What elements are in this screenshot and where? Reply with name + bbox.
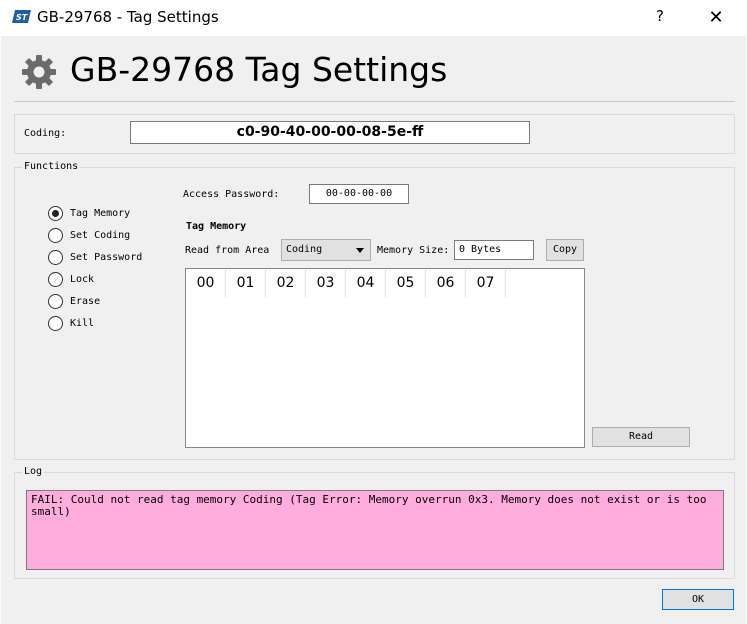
radio-erase[interactable]: Erase (48, 292, 100, 310)
radio-lock[interactable]: Lock (48, 270, 94, 288)
radio-set-coding[interactable]: Set Coding (48, 226, 130, 244)
read-from-area-label: Read from Area (185, 245, 270, 256)
radio-label: Erase (70, 295, 101, 307)
hex-header-row: 00 01 02 03 04 05 06 07 (186, 269, 584, 298)
radio-indicator[interactable] (48, 293, 63, 309)
st-logo-icon: ST (12, 10, 31, 23)
chevron-down-icon (356, 248, 364, 253)
hex-column-header: 07 (466, 269, 506, 298)
functions-group-title: Functions (22, 161, 81, 172)
radio-indicator[interactable] (48, 249, 63, 265)
hex-column-header: 00 (186, 269, 226, 298)
radio-label: Set Password (70, 251, 143, 263)
svg-text:ST: ST (16, 13, 28, 22)
coding-label: Coding: (24, 128, 67, 139)
radio-label: Lock (70, 273, 95, 285)
radio-indicator[interactable] (48, 227, 63, 243)
coding-value-field[interactable]: c0-90-40-00-00-08-5e-ff (130, 121, 530, 144)
radio-indicator[interactable] (48, 205, 63, 221)
header-divider (14, 101, 735, 102)
close-button[interactable]: ✕ (704, 7, 728, 29)
hex-column-header: 04 (346, 269, 386, 298)
title-bar: ST GB-29768 - Tag Settings ? ✕ (0, 0, 747, 36)
read-button[interactable]: Read (592, 427, 690, 447)
radio-indicator[interactable] (48, 315, 63, 331)
log-group-title: Log (22, 466, 45, 477)
memory-size-label: Memory Size: (377, 245, 450, 256)
dialog-body: GB-29768 Tag Settings Coding: c0-90-40-0… (1, 36, 746, 624)
memory-hex-view[interactable]: 00 01 02 03 04 05 06 07 (185, 268, 585, 448)
radio-label: Tag Memory (70, 207, 131, 219)
radio-set-password[interactable]: Set Password (48, 248, 142, 266)
ok-button[interactable]: OK (662, 589, 734, 610)
hex-column-header: 03 (306, 269, 346, 298)
window-title: GB-29768 - Tag Settings (37, 8, 219, 26)
access-password-input[interactable]: 00-00-00-00 (309, 184, 409, 204)
page-title: GB-29768 Tag Settings (70, 50, 448, 89)
radio-kill[interactable]: Kill (48, 314, 94, 332)
hex-column-header: 01 (226, 269, 266, 298)
radio-label: Set Coding (70, 229, 131, 241)
hex-column-header: 05 (386, 269, 426, 298)
radio-tag-memory[interactable]: Tag Memory (48, 204, 130, 222)
log-output[interactable]: FAIL: Could not read tag memory Coding (… (26, 490, 724, 570)
gear-icon (22, 55, 56, 89)
area-select[interactable]: Coding (281, 239, 371, 261)
area-select-value: Coding (286, 244, 323, 255)
radio-label: Kill (70, 317, 95, 329)
hex-column-header: 06 (426, 269, 466, 298)
hex-column-header: 02 (266, 269, 306, 298)
access-password-label: Access Password: (183, 189, 280, 200)
copy-button[interactable]: Copy (546, 239, 584, 261)
radio-indicator[interactable] (48, 271, 63, 287)
help-button[interactable]: ? (650, 7, 670, 29)
tag-memory-heading: Tag Memory (186, 221, 247, 232)
memory-size-field[interactable]: 0 Bytes (454, 240, 534, 260)
